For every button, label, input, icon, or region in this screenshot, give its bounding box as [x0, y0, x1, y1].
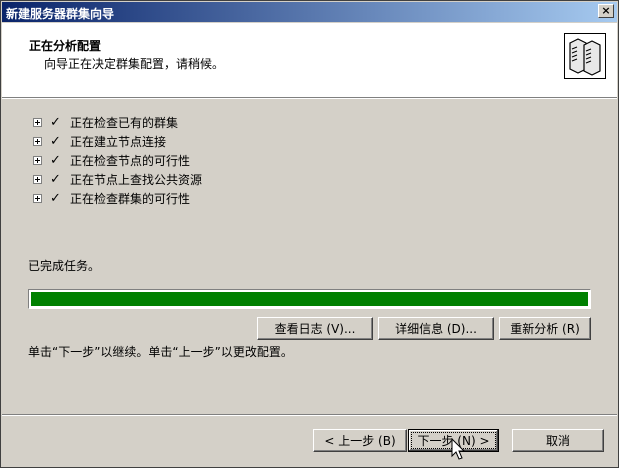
- wizard-window: 新建服务器群集向导 × 正在分析配置 向导正在决定群集配置，请稍候。 ✓ 正在检…: [0, 0, 619, 468]
- progress-bar: [28, 289, 591, 309]
- view-log-button[interactable]: 查看日志 (V)...: [257, 317, 373, 340]
- instruction-text: 单击“下一步”以继续。单击“上一步”以更改配置。: [28, 345, 293, 359]
- progress-fill: [31, 292, 588, 306]
- window-title: 新建服务器群集向导: [6, 7, 115, 21]
- server-cluster-icon: [564, 33, 606, 79]
- wizard-header: 正在分析配置 向导正在决定群集配置，请稍候。: [2, 23, 617, 97]
- status-text: 已完成任务。: [28, 259, 101, 273]
- cancel-button[interactable]: 取消: [512, 429, 604, 452]
- page-subtitle: 向导正在决定群集配置，请稍候。: [44, 57, 225, 71]
- task-label: 正在检查群集的可行性: [70, 192, 191, 206]
- header-divider: [2, 97, 617, 99]
- expand-icon[interactable]: [33, 194, 42, 203]
- checkmark-icon: ✓: [50, 171, 61, 187]
- checkmark-icon: ✓: [50, 190, 61, 206]
- checkmark-icon: ✓: [50, 114, 61, 130]
- task-row[interactable]: ✓ 正在检查节点的可行性: [33, 151, 202, 170]
- task-label: 正在检查已有的群集: [70, 116, 179, 130]
- details-button[interactable]: 详细信息 (D)...: [378, 317, 494, 340]
- expand-icon[interactable]: [33, 175, 42, 184]
- title-bar[interactable]: 新建服务器群集向导 ×: [2, 2, 617, 22]
- checkmark-icon: ✓: [50, 152, 61, 168]
- reanalyze-button[interactable]: 重新分析 (R): [499, 317, 591, 340]
- task-row[interactable]: ✓ 正在节点上查找公共资源: [33, 170, 202, 189]
- expand-icon[interactable]: [33, 156, 42, 165]
- mouse-cursor-icon: [451, 438, 466, 460]
- close-icon: ×: [601, 4, 611, 17]
- expand-icon[interactable]: [33, 118, 42, 127]
- task-label: 正在检查节点的可行性: [70, 154, 191, 168]
- task-row[interactable]: ✓ 正在检查群集的可行性: [33, 189, 202, 208]
- back-button[interactable]: < 上一步 (B): [313, 429, 407, 452]
- footer-divider: [2, 414, 617, 416]
- task-tree: ✓ 正在检查已有的群集 ✓ 正在建立节点连接 ✓ 正在检查节点的可行性 ✓ 正在…: [33, 113, 202, 208]
- checkmark-icon: ✓: [50, 133, 61, 149]
- task-label: 正在建立节点连接: [70, 135, 167, 149]
- task-label: 正在节点上查找公共资源: [70, 173, 203, 187]
- task-row[interactable]: ✓ 正在检查已有的群集: [33, 113, 202, 132]
- task-row[interactable]: ✓ 正在建立节点连接: [33, 132, 202, 151]
- expand-icon[interactable]: [33, 137, 42, 146]
- close-button[interactable]: ×: [598, 4, 614, 18]
- page-title: 正在分析配置: [29, 39, 102, 53]
